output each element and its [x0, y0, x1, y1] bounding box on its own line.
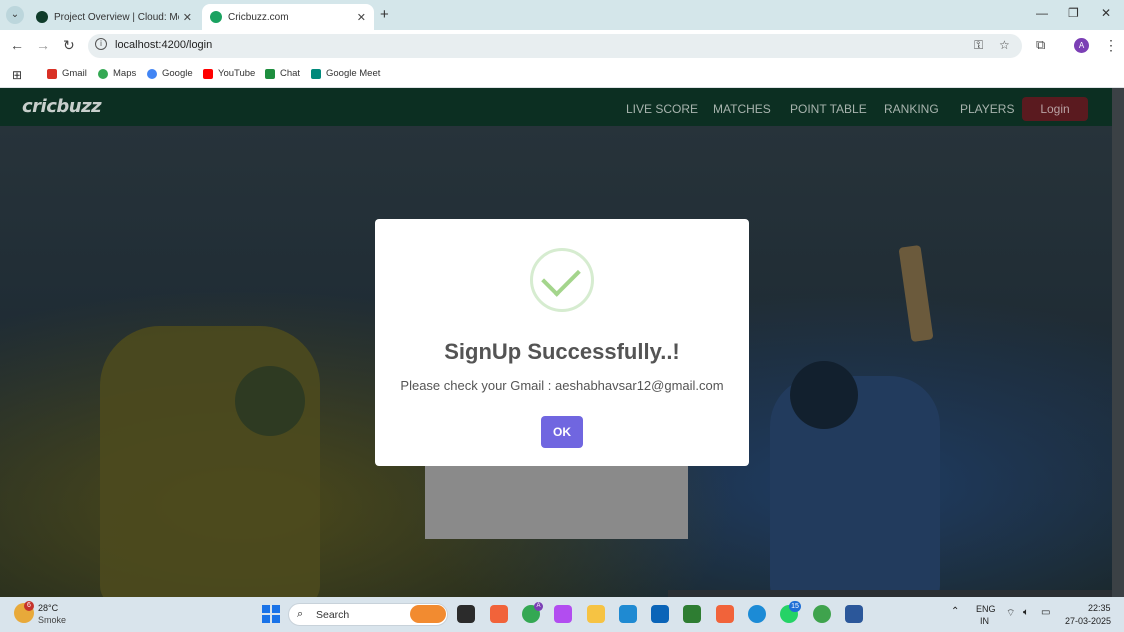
- whatsapp-badge: 15: [789, 601, 801, 612]
- bookmark-label: Gmail: [62, 68, 87, 79]
- nav-matches[interactable]: MATCHES: [713, 102, 771, 116]
- copilot-icon[interactable]: [554, 605, 572, 623]
- tab-title: Cricbuzz.com: [228, 11, 289, 23]
- gmail-icon: [47, 68, 57, 79]
- page-scrollbar[interactable]: [1112, 88, 1124, 597]
- site-info-icon[interactable]: i: [95, 38, 107, 50]
- xampp-icon[interactable]: [490, 605, 508, 623]
- widget-app-icon[interactable]: [410, 605, 446, 623]
- wifi-icon[interactable]: ⌔: [1006, 607, 1015, 620]
- search-label: Search: [316, 609, 350, 621]
- youtube-icon: [203, 68, 213, 79]
- weather-badge: 6: [24, 601, 34, 611]
- password-key-icon[interactable]: ⚿: [974, 38, 983, 53]
- nav-live-score[interactable]: LIVE SCORE: [626, 102, 698, 116]
- player-left-figure: [100, 326, 320, 597]
- dialog-message: Please check your Gmail : aeshabhavsar12…: [400, 378, 724, 393]
- restore-icon[interactable]: ❐: [1068, 6, 1079, 20]
- cricbuzz-favicon-icon: [210, 11, 222, 23]
- bookmark-label: Maps: [113, 68, 137, 79]
- close-tab-icon[interactable]: ✕: [183, 11, 192, 24]
- browser-toolbar: ← → ↻ i localhost:4200/login ⚿ ☆ ⧉ A ⋮: [0, 30, 1124, 62]
- tab-project-overview[interactable]: Project Overview | Cloud: Mong ✕: [28, 4, 200, 30]
- search-icon: ⌕: [297, 608, 304, 620]
- bookmark-chat[interactable]: Chat: [265, 68, 300, 79]
- cricbuzz-logo[interactable]: cricbuzz: [22, 96, 102, 117]
- mongodb-favicon-icon: [36, 11, 48, 23]
- player-left-helmet: [235, 366, 305, 436]
- volume-icon[interactable]: 🔈︎: [1023, 607, 1029, 618]
- tab-cricbuzz[interactable]: Cricbuzz.com ✕: [202, 4, 374, 30]
- task-view-icon[interactable]: [457, 605, 475, 623]
- maps-pin-icon: [98, 68, 108, 79]
- bookmark-label: YouTube: [218, 68, 256, 79]
- edge-icon[interactable]: [748, 605, 766, 623]
- close-tab-icon[interactable]: ✕: [357, 11, 366, 24]
- new-tab-plus-icon[interactable]: +: [380, 6, 389, 23]
- bookmark-label: Chat: [280, 68, 301, 79]
- cricket-bat: [898, 244, 934, 343]
- bookmark-google[interactable]: Google: [147, 68, 193, 79]
- bookmark-label: Google: [162, 68, 193, 79]
- tab-title: Project Overview | Cloud: Mong: [54, 11, 179, 23]
- player-right-helmet: [790, 361, 858, 429]
- nav-players[interactable]: PLAYERS: [960, 102, 1014, 116]
- game-app-icon[interactable]: [683, 605, 701, 623]
- bookmark-maps[interactable]: Maps: [98, 68, 136, 79]
- outlook-icon[interactable]: [651, 605, 669, 623]
- word-icon[interactable]: [845, 605, 863, 623]
- nav-ranking[interactable]: RANKING: [884, 102, 939, 116]
- region-code[interactable]: IN: [980, 616, 989, 626]
- nav-point-table[interactable]: POINT TABLE: [790, 102, 867, 116]
- dialog-title: SignUp Successfully..!: [444, 339, 680, 364]
- bookmark-google-meet[interactable]: Google Meet: [311, 68, 380, 79]
- site-header: cricbuzz LIVE SCORE MATCHES POINT TABLE …: [0, 88, 1112, 126]
- apps-grid-icon[interactable]: ⊞: [12, 68, 22, 82]
- browser-tab-strip: ⌄ Project Overview | Cloud: Mong ✕ Cricb…: [0, 0, 1124, 30]
- address-bar[interactable]: i localhost:4200/login ⚿ ☆: [88, 34, 1022, 58]
- close-window-icon[interactable]: ✕: [1101, 6, 1111, 20]
- watermark-band: [668, 590, 1112, 597]
- signup-success-dialog: SignUp Successfully..! Please check your…: [375, 219, 749, 466]
- bookmark-label: Google Meet: [326, 68, 381, 79]
- meet-icon: [311, 68, 321, 79]
- browser-menu-icon[interactable]: ⋮: [1104, 37, 1118, 54]
- xampp-control-icon[interactable]: [716, 605, 734, 623]
- chat-icon: [265, 68, 275, 79]
- reload-icon[interactable]: ↻: [63, 37, 75, 54]
- clock-date[interactable]: 27-03-2025: [1065, 616, 1111, 626]
- clock-time[interactable]: 22:35: [1088, 603, 1111, 613]
- bookmark-youtube[interactable]: YouTube: [203, 68, 255, 79]
- tray-overflow-chevron-icon[interactable]: ⌃: [951, 606, 959, 617]
- minimize-icon[interactable]: —: [1036, 6, 1048, 20]
- profile-avatar[interactable]: A: [1074, 38, 1089, 53]
- language-code[interactable]: ENG: [976, 604, 996, 614]
- windows-taskbar: 6 28°C Smoke ⌕ Search A 15 ⌃ ENG IN ⌔ 🔈︎…: [0, 597, 1124, 632]
- mongodb-compass-icon[interactable]: [813, 605, 831, 623]
- extensions-puzzle-icon[interactable]: ⧉: [1036, 37, 1045, 53]
- temperature-text: 28°C: [38, 603, 59, 613]
- tab-search-dropdown-icon[interactable]: ⌄: [6, 6, 24, 24]
- login-button[interactable]: Login: [1022, 97, 1088, 121]
- url-text[interactable]: localhost:4200/login: [115, 39, 212, 51]
- back-arrow-icon[interactable]: ←: [10, 37, 24, 53]
- forward-arrow-icon[interactable]: →: [36, 37, 50, 53]
- battery-icon[interactable]: ▭: [1041, 607, 1050, 618]
- vscode-icon[interactable]: [619, 605, 637, 623]
- bookmarks-bar: ⊞ Gmail Maps Google YouTube Chat Google …: [0, 62, 1124, 88]
- ok-button[interactable]: OK: [541, 416, 583, 448]
- google-icon: [147, 68, 157, 79]
- windows-start-icon[interactable]: [262, 605, 280, 623]
- chrome-profile-badge: A: [534, 602, 543, 611]
- bookmark-gmail[interactable]: Gmail: [47, 68, 87, 79]
- weather-condition-text: Smoke: [38, 615, 67, 625]
- file-explorer-icon[interactable]: [587, 605, 605, 623]
- bookmark-star-icon[interactable]: ☆: [999, 38, 1010, 52]
